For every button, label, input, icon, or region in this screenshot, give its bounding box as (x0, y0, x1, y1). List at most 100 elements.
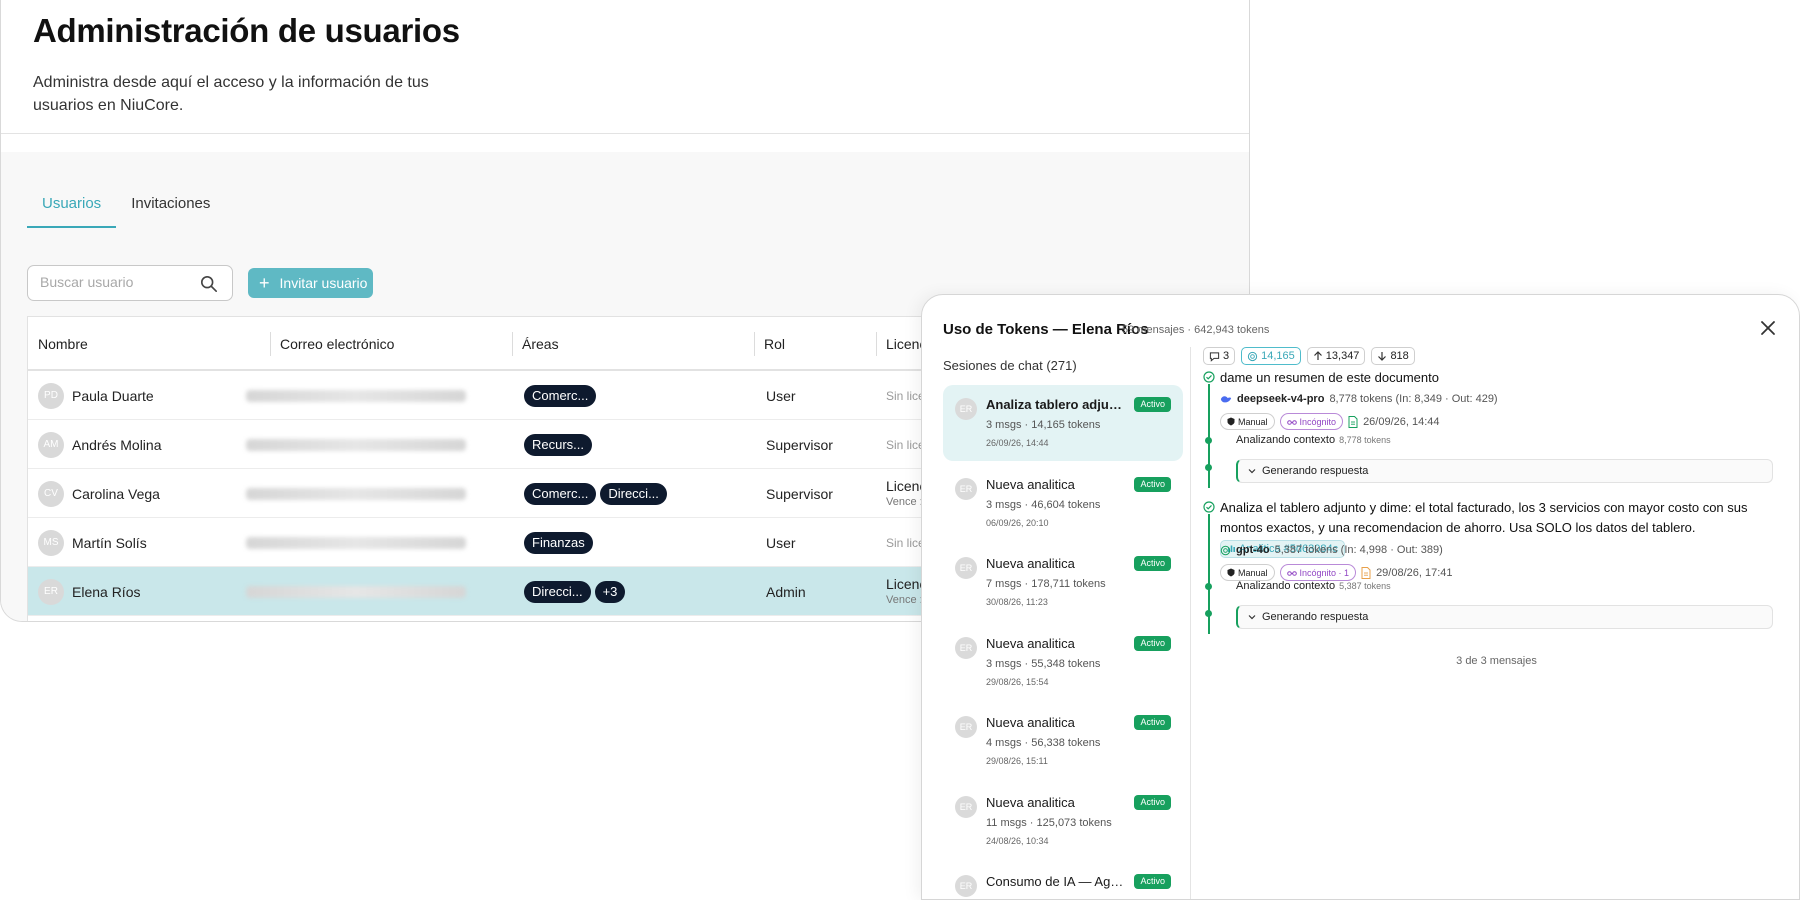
stats-bar: 3 14,165 13,347 818 (1203, 347, 1415, 365)
close-icon[interactable] (1759, 319, 1777, 337)
message-tags: Manual Incógnito 26/09/26, 14:44 (1220, 413, 1440, 430)
generating-label: Generando respuesta (1262, 465, 1369, 477)
shield-icon (1227, 417, 1235, 426)
session-date: 30/08/26, 11:23 (986, 597, 1048, 607)
column-header-role[interactable]: Rol (754, 317, 785, 371)
sessions-title: Sesiones de chat (271) (943, 358, 1077, 373)
email-redacted (246, 585, 466, 598)
incognito-label: Incógnito · 1 (1299, 567, 1350, 578)
model-name: deepseek-v4-pro (1237, 393, 1325, 405)
area-chip: Direcci... (600, 482, 667, 505)
avatar: ER (955, 795, 977, 818)
name-cell: PD Paula Duarte (28, 371, 154, 420)
session-name: Nueva analitica (986, 556, 1075, 571)
tab-bar: Usuarios Invitaciones (27, 184, 225, 228)
email-cell (246, 371, 466, 420)
deepseek-icon (1220, 396, 1232, 403)
session-item[interactable]: ER Analiza tablero adjunto Activo 3 msgs… (943, 385, 1183, 461)
session-item[interactable]: ER Consumo de IA — Agosto... Activo (943, 862, 1183, 899)
name-cell: MS Martín Solís (28, 518, 147, 567)
session-date: 29/08/26, 15:54 (986, 676, 1049, 687)
column-header-email[interactable]: Correo electrónico (270, 317, 394, 371)
incognito-pill: Incógnito (1279, 413, 1344, 430)
generating-response-toggle[interactable]: Generando respuesta (1236, 459, 1773, 483)
avatar: MS (38, 529, 64, 556)
avatar: ER (955, 875, 977, 897)
chevron-down-icon (1248, 615, 1256, 620)
session-date: 26/09/26, 14:44 (986, 438, 1049, 448)
email-cell (246, 469, 466, 518)
session-item[interactable]: ER Nueva analitica Activo 4 msgs · 56,33… (943, 703, 1183, 779)
openai-icon (1220, 545, 1231, 555)
stat-messages: 3 (1203, 347, 1236, 365)
status-badge: Activo (1134, 715, 1171, 730)
session-item[interactable]: ER Nueva analitica Activo 7 msgs · 178,7… (943, 544, 1183, 620)
column-header-name[interactable]: Nombre (28, 317, 88, 371)
message-body: Analiza el tablero adjunto y dime: el to… (1220, 500, 1748, 535)
search-icon[interactable] (200, 275, 218, 293)
mode-pill: Manual (1220, 413, 1275, 430)
column-header-areas[interactable]: Áreas (512, 317, 559, 371)
user-role: Supervisor (766, 436, 833, 453)
session-date: 24/08/26, 10:34 (986, 835, 1049, 846)
user-name: Elena Ríos (72, 583, 141, 600)
stat-total-tokens: 14,165 (1241, 347, 1301, 365)
tab-usuarios[interactable]: Usuarios (27, 184, 117, 228)
generating-response-toggle[interactable]: Generando respuesta (1236, 605, 1773, 629)
timeline-dot (1205, 583, 1212, 590)
email-redacted (246, 389, 466, 402)
session-name: Analiza tablero adjunto (986, 397, 1126, 412)
model-name: gpt-4o (1236, 544, 1270, 556)
incognito-icon (1286, 420, 1297, 425)
mode-pill: Manual (1220, 564, 1275, 581)
avatar: ER (955, 636, 977, 659)
page-header: Administración de usuarios Administra de… (1, 0, 1249, 134)
token-usage-modal: Uso de Tokens — Elena Ríos 59 mensajes ·… (921, 294, 1800, 900)
avatar: CV (38, 480, 64, 507)
step-analyzing: Analizando contexto 8,778 tokens (1236, 434, 1391, 446)
session-meta: 3 msgs · 14,165 tokens (986, 419, 1101, 431)
step-analyzing-label: Analizando contexto (1236, 580, 1336, 592)
email-cell (246, 567, 466, 616)
stat-input-tokens: 13,347 (1306, 347, 1366, 365)
stat-output-value: 818 (1390, 350, 1409, 362)
message-text: dame un resumen de este documento (1220, 370, 1439, 385)
stat-messages-value: 3 (1223, 350, 1230, 362)
mode-label: Manual (1238, 567, 1268, 578)
messages-pane: 3 14,165 13,347 818 dame un resumen de e… (1192, 347, 1799, 899)
area-chip: +3 (594, 580, 626, 603)
message-model-line: gpt-4o 5,387 tokens (In: 4,998 · Out: 38… (1220, 544, 1443, 556)
timeline-dot (1205, 610, 1212, 617)
user-name: Martín Solís (72, 534, 147, 551)
step-analyzing: Analizando contexto 5,387 tokens (1236, 580, 1391, 592)
area-chip: Finanzas (524, 531, 593, 554)
token-icon (1247, 351, 1258, 361)
invite-user-button[interactable]: + Invitar usuario (248, 268, 373, 298)
areas-cell: Direcci... +3 (524, 567, 629, 616)
area-chip: Comerc... (524, 384, 597, 407)
messages-count: 3 de 3 mensajes (1456, 655, 1537, 667)
page-title: Administración de usuarios (33, 12, 460, 49)
mode-label: Manual (1238, 416, 1268, 427)
sessions-pane: Sesiones de chat (271) ER Analiza tabler… (922, 347, 1191, 899)
search-box (27, 265, 233, 301)
step-analyzing-label: Analizando contexto (1236, 434, 1336, 446)
session-item[interactable]: ER Nueva analitica Activo 3 msgs · 55,34… (943, 624, 1183, 700)
timeline-dot (1205, 437, 1212, 444)
avatar: AM (38, 431, 64, 458)
email-redacted (246, 536, 466, 549)
session-meta: 3 msgs · 55,348 tokens (986, 657, 1101, 670)
email-redacted (246, 438, 466, 451)
role-cell: Supervisor (766, 420, 833, 469)
area-chip: Direcci... (524, 580, 591, 603)
session-item[interactable]: ER Nueva analitica Activo 11 msgs · 125,… (943, 783, 1183, 859)
check-circle-icon (1203, 501, 1215, 513)
tab-invitaciones[interactable]: Invitaciones (116, 184, 225, 228)
areas-cell: Finanzas (524, 518, 597, 567)
user-name: Andrés Molina (72, 436, 162, 453)
message-tags: Manual Incógnito · 1 29/08/26, 17:41 (1220, 564, 1453, 581)
session-meta: 7 msgs · 178,711 tokens (986, 578, 1106, 590)
session-item[interactable]: ER Nueva analitica Activo 3 msgs · 46,60… (943, 465, 1183, 541)
search-input[interactable] (40, 274, 190, 290)
chat-icon (1209, 351, 1220, 362)
